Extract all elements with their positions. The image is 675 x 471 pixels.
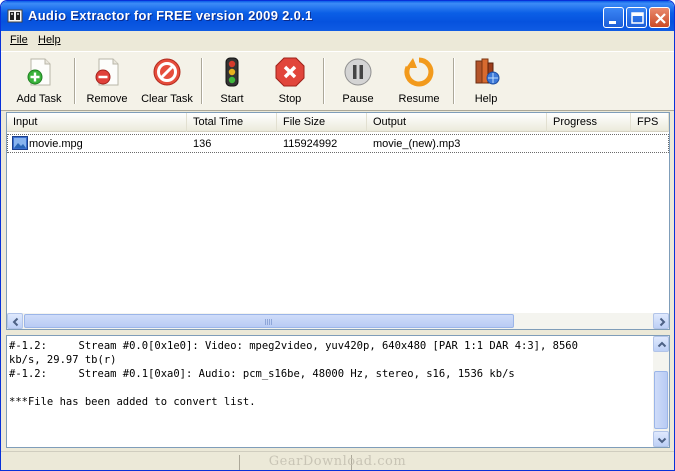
close-icon [655,13,666,24]
menu-file[interactable]: File [10,34,28,46]
add-task-label: Add Task [16,93,62,105]
list-header: Input Total Time File Size Output Progre… [7,113,669,132]
minimize-icon [609,21,616,24]
resume-button[interactable]: Resume [391,52,447,110]
column-header-progress[interactable]: Progress [547,113,631,132]
watermark: GearDownload.com [268,454,407,469]
vertical-scroll-thumb[interactable] [654,371,668,429]
help-button[interactable]: Help [463,52,509,110]
vertical-scrollbar[interactable] [653,336,669,447]
table-row[interactable]: movie.mpg 136 115924992 movie_(new).mp3 [7,134,669,153]
column-header-input[interactable]: Input [7,113,187,132]
menu-help-label: Help [38,34,61,46]
stop-label: Stop [278,93,302,105]
task-list[interactable]: Input Total Time File Size Output Progre… [6,112,670,330]
pause-button[interactable]: Pause [335,52,381,110]
toolbar: Add Task Remove Clear Task Start Stop Pa… [1,51,674,111]
column-header-file-size[interactable]: File Size [277,113,367,132]
start-label: Start [220,93,244,105]
toolbar-separator [323,58,325,104]
arrow-right-icon [659,317,666,327]
maximize-icon [631,12,644,24]
log-line: kb/s, 29.97 tb(r) [9,354,117,366]
horizontal-scroll-thumb[interactable] [24,314,514,328]
scroll-up-button[interactable] [653,336,669,352]
add-task-button[interactable]: Add Task [7,52,71,110]
toolbar-separator [74,58,76,104]
title-bar[interactable]: Audio Extractor for FREE version 2009 2.… [1,1,674,31]
log-line: #-1.2: Stream #0.1[0xa0]: Audio: pcm_s16… [9,368,515,380]
maximize-button[interactable] [626,7,647,28]
window-title: Audio Extractor for FREE version 2009 2.… [28,8,313,23]
column-header-total-time[interactable]: Total Time [187,113,277,132]
cell-output: movie_(new).mp3 [373,138,461,150]
cell-total-time: 136 [193,138,212,150]
menu-help[interactable]: Help [38,34,61,46]
cell-input: movie.mpg [29,138,83,150]
menu-bar: File Help [1,31,674,50]
start-button[interactable]: Start [209,52,255,110]
remove-document-icon [95,58,119,86]
cell-file-size: 115924992 [283,138,338,150]
video-file-icon [12,136,28,150]
clear-task-button[interactable]: Clear Task [137,52,197,110]
arrow-left-icon [12,317,19,327]
arrow-down-icon [657,437,667,444]
remove-button[interactable]: Remove [79,52,135,110]
log-line: #-1.2: Stream #0.0[0x1e0]: Video: mpeg2v… [9,340,578,352]
log-output[interactable]: #-1.2: Stream #0.0[0x1e0]: Video: mpeg2v… [6,335,670,448]
log-line: ***File has been added to convert list. [9,396,256,408]
toolbar-separator [453,58,455,104]
resume-arrow-icon [404,57,434,87]
arrow-up-icon [657,341,667,348]
help-books-icon [475,58,500,85]
toolbar-separator [201,58,203,104]
stop-button[interactable]: Stop [267,52,313,110]
scroll-right-button[interactable] [653,313,669,329]
pause-icon [344,58,372,86]
horizontal-scrollbar[interactable] [7,313,669,329]
add-document-icon [27,58,51,86]
pause-label: Pause [342,93,374,105]
no-entry-icon [153,58,181,86]
stop-x-icon [275,57,305,87]
help-label: Help [474,93,498,105]
minimize-button[interactable] [603,7,624,28]
status-bar: GearDownload.com [1,451,674,470]
resume-label: Resume [398,93,440,105]
clear-task-label: Clear Task [141,93,193,105]
traffic-light-icon [225,57,239,87]
scroll-down-button[interactable] [653,431,669,447]
remove-label: Remove [86,93,128,105]
scroll-left-button[interactable] [7,313,23,329]
column-header-output[interactable]: Output [367,113,547,132]
close-button[interactable] [649,7,670,28]
app-window: Audio Extractor for FREE version 2009 2.… [0,0,675,471]
column-header-fps[interactable]: FPS [631,113,669,132]
app-icon [7,9,23,23]
menu-file-label: File [10,34,28,46]
